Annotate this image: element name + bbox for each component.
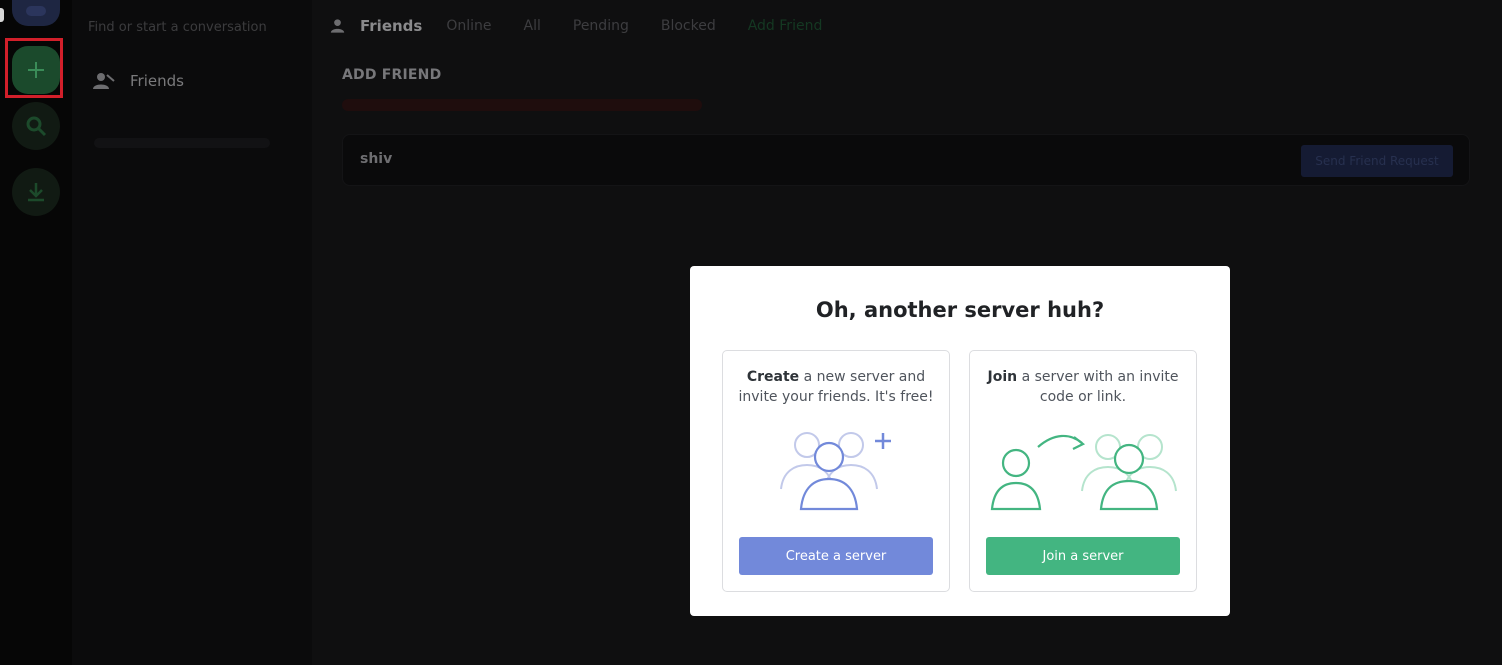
join-server-card: Join a server with an invite code or lin…	[969, 350, 1197, 592]
create-server-description: Create a new server and invite your frie…	[733, 367, 939, 407]
add-friend-input[interactable]: shiv	[360, 151, 392, 167]
friends-icon	[93, 73, 115, 89]
friends-header-label: Friends	[360, 17, 423, 35]
tab-blocked[interactable]: Blocked	[661, 18, 716, 34]
join-server-button[interactable]: Join a server	[986, 537, 1180, 575]
explore-servers-button[interactable]	[12, 102, 60, 150]
add-friend-title: ADD FRIEND	[342, 67, 442, 83]
download-apps-button[interactable]	[12, 168, 60, 216]
tab-all[interactable]: All	[524, 18, 541, 34]
tab-online[interactable]: Online	[446, 18, 491, 34]
search-conversation-button[interactable]: Find or start a conversation	[88, 16, 296, 40]
send-friend-request-button[interactable]: Send Friend Request	[1301, 145, 1453, 177]
create-bold: Create	[746, 369, 800, 385]
highlight-box	[5, 38, 63, 98]
sidebar-item-friends[interactable]: Friends	[80, 62, 304, 100]
create-server-button[interactable]: Create a server	[739, 537, 933, 575]
tab-add-friend[interactable]: Add Friend	[748, 18, 823, 34]
direct-messages-header	[94, 138, 270, 148]
tab-pending[interactable]: Pending	[573, 18, 629, 34]
join-text: a server with an invite code or link.	[1017, 369, 1179, 405]
create-server-card: Create a new server and invite your frie…	[722, 350, 950, 592]
home-button[interactable]	[12, 0, 60, 26]
sidebar-item-label: Friends	[130, 72, 184, 90]
add-friend-description	[342, 99, 702, 111]
discord-logo-icon	[26, 6, 46, 16]
selected-pill	[0, 8, 4, 22]
create-join-server-modal: Oh, another server huh? Create a new ser…	[690, 266, 1230, 616]
friends-icon	[330, 19, 345, 33]
friends-header: Friends	[330, 17, 422, 35]
add-friend-input-box: shiv Send Friend Request	[342, 134, 1470, 186]
channel-sidebar: Find or start a conversation Friends	[72, 0, 312, 665]
join-bold: Join	[987, 369, 1018, 385]
join-server-illustration-icon	[990, 434, 1177, 511]
download-icon	[28, 183, 44, 202]
join-server-description: Join a server with an invite code or lin…	[980, 367, 1186, 407]
create-server-illustration-icon	[780, 432, 891, 511]
modal-title: Oh, another server huh?	[815, 298, 1105, 322]
friends-tab-bar: Friends Online All Pending Blocked Add F…	[312, 3, 1502, 49]
server-rail	[0, 0, 72, 665]
search-icon	[26, 116, 47, 137]
